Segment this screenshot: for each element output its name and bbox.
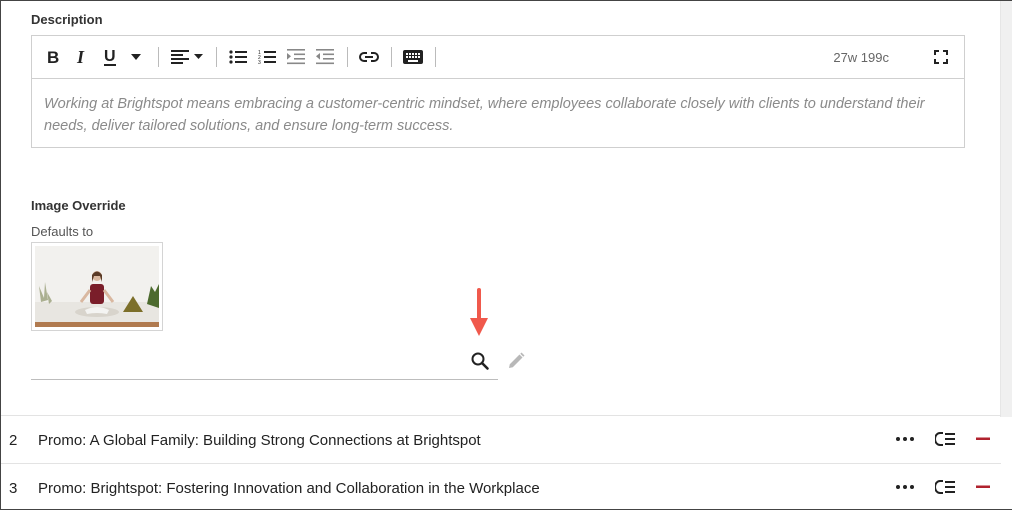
more-options-button[interactable]: [894, 428, 916, 450]
fullscreen-icon: [934, 50, 948, 64]
description-label: Description: [31, 12, 103, 27]
more-options-button[interactable]: [894, 476, 916, 498]
toolbar-divider: [435, 47, 436, 67]
description-text[interactable]: Working at Brightspot means embracing a …: [32, 79, 964, 137]
underline-button[interactable]: U: [99, 44, 121, 70]
caret-down-icon: [131, 54, 141, 60]
minus-icon: [976, 437, 990, 440]
svg-text:3: 3: [258, 60, 261, 65]
remove-button[interactable]: [972, 428, 994, 450]
rich-text-editor[interactable]: B I U 1 2 3 27w 199c Working at Brightsp…: [31, 35, 965, 148]
align-left-icon: [171, 50, 203, 64]
scrollbar[interactable]: [1000, 1, 1012, 417]
remove-button[interactable]: [972, 476, 994, 498]
indent-button[interactable]: [285, 44, 307, 70]
link-icon: [359, 52, 379, 62]
keyboard-icon: [403, 50, 423, 64]
toolbar-divider: [216, 47, 217, 67]
link-button[interactable]: [358, 44, 380, 70]
row-title[interactable]: Promo: A Global Family: Building Strong …: [38, 432, 481, 449]
outdent-button[interactable]: [314, 44, 336, 70]
toolbar-divider: [347, 47, 348, 67]
reorder-button[interactable]: [934, 476, 956, 498]
toolbar-divider: [158, 47, 159, 67]
keyboard-button[interactable]: [402, 44, 424, 70]
underline-icon: U: [104, 48, 116, 66]
word-char-count: 27w 199c: [833, 50, 889, 65]
list-reorder-icon: [935, 432, 955, 446]
toolbar-divider: [391, 47, 392, 67]
bullet-list-button[interactable]: [227, 44, 249, 70]
row-title[interactable]: Promo: Brightspot: Fostering Innovation …: [38, 480, 540, 497]
bullet-list-icon: [229, 50, 247, 64]
list-item[interactable]: 2 Promo: A Global Family: Building Stron…: [1, 415, 1001, 463]
content-panel: Description B I U 1 2 3 27w 199c Working…: [0, 0, 1012, 510]
reorder-button[interactable]: [934, 428, 956, 450]
align-dropdown[interactable]: [169, 44, 205, 70]
editor-toolbar: B I U 1 2 3 27w 199c: [32, 36, 964, 79]
numbered-list-button[interactable]: 1 2 3: [256, 44, 278, 70]
svg-text:B: B: [47, 48, 59, 66]
italic-icon: I: [76, 48, 85, 66]
numbered-list-icon: 1 2 3: [258, 50, 276, 65]
row-number: 3: [9, 480, 18, 497]
edit-button[interactable]: [506, 351, 526, 371]
outdent-icon: [316, 49, 334, 65]
indent-icon: [287, 49, 305, 65]
italic-button[interactable]: I: [71, 44, 93, 70]
fullscreen-button[interactable]: [930, 44, 952, 70]
pencil-icon: [509, 352, 525, 368]
bold-button[interactable]: B: [42, 44, 64, 70]
image-override-label: Image Override: [31, 198, 126, 213]
arrow-down-icon: [470, 288, 488, 336]
defaults-to-label: Defaults to: [31, 224, 94, 239]
list-reorder-icon: [935, 480, 955, 494]
svg-text:I: I: [76, 48, 85, 66]
list-item[interactable]: 3 Promo: Brightspot: Fostering Innovatio…: [1, 463, 1001, 510]
search-icon: [471, 352, 489, 370]
more-dots-icon: [896, 485, 914, 489]
image-search-field[interactable]: [31, 379, 498, 380]
text-style-dropdown[interactable]: [128, 44, 144, 70]
svg-text:U: U: [104, 48, 116, 65]
default-image-thumbnail: [31, 242, 163, 331]
bold-icon: B: [47, 48, 59, 66]
row-number: 2: [9, 432, 18, 449]
minus-icon: [976, 485, 990, 488]
meditation-photo: [35, 246, 159, 327]
search-button[interactable]: [470, 351, 490, 371]
more-dots-icon: [896, 437, 914, 441]
